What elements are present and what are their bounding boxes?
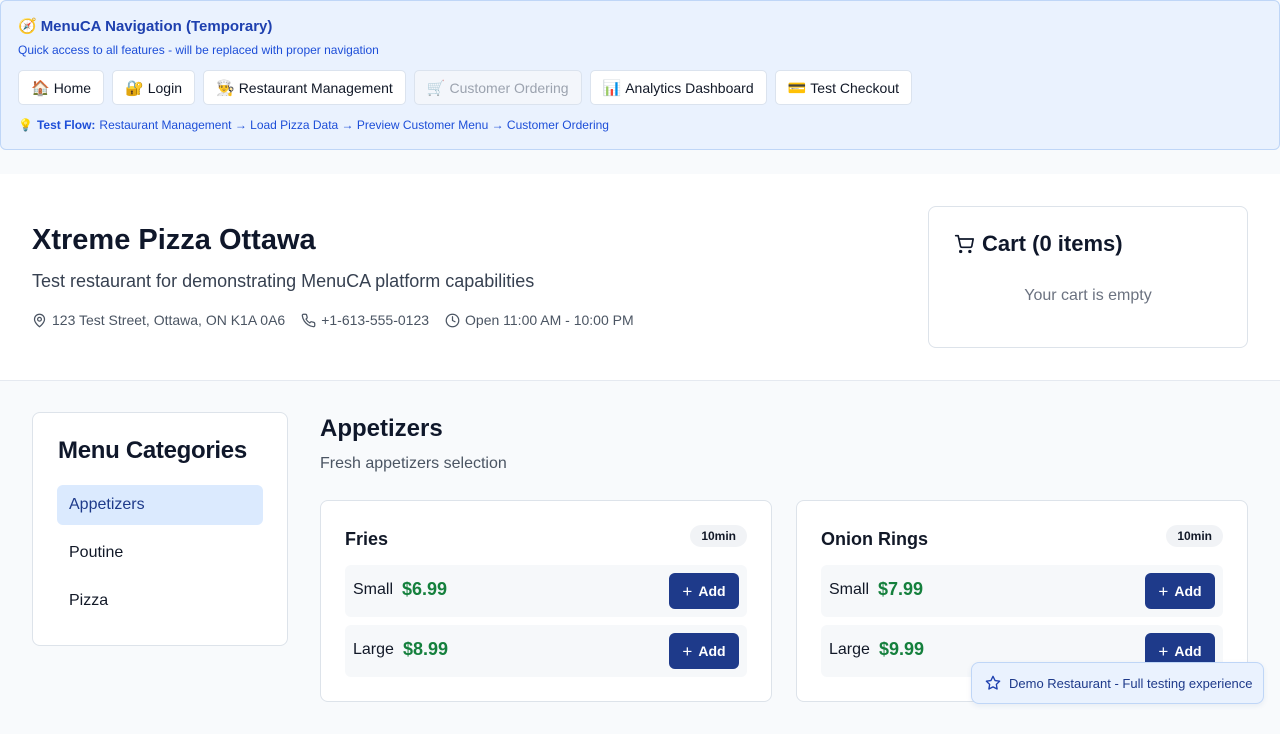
prep-time-badge: 10min	[1166, 525, 1223, 547]
phone: +1-613-555-0123	[301, 312, 429, 328]
tempnav-buttons: 🏠 Home 🔐 Login 👨‍🍳 Restaurant Management…	[18, 70, 913, 105]
star-icon	[985, 675, 1001, 690]
size-option-row: Small $6.99 + Add	[345, 565, 747, 617]
test-flow-steps: Restaurant Management → Load Pizza Data …	[99, 118, 609, 132]
restaurant-management-button[interactable]: 👨‍🍳 Restaurant Management	[203, 70, 406, 105]
temporary-navigation: 🧭 MenuCA Navigation (Temporary) Quick ac…	[0, 0, 1280, 150]
lightbulb-icon: 💡	[18, 118, 33, 132]
cart-title-text: Cart (0 items)	[982, 231, 1123, 256]
cart-panel: Cart (0 items) Your cart is empty	[928, 206, 1248, 348]
plus-icon: +	[682, 581, 693, 601]
credit-card-icon: 💳	[787, 79, 807, 97]
size-label: Small	[353, 581, 394, 598]
size-price: $9.99	[879, 639, 925, 659]
demo-restaurant-badge: Demo Restaurant - Full testing experienc…	[971, 662, 1264, 704]
add-button-label: Add	[698, 643, 726, 659]
category-poutine[interactable]: Poutine	[57, 533, 263, 573]
analytics-dashboard-button[interactable]: 📊 Analytics Dashboard	[589, 70, 767, 105]
add-to-cart-button[interactable]: + Add	[1145, 573, 1215, 609]
plus-icon: +	[1158, 581, 1169, 601]
restaurant-meta: 123 Test Street, Ottawa, ON K1A 0A6 +1-6…	[32, 312, 634, 328]
plus-icon: +	[682, 641, 693, 661]
menu-item-name: Onion Rings	[821, 529, 928, 549]
size-label: Large	[829, 641, 870, 658]
demo-badge-text: Demo Restaurant - Full testing experienc…	[1009, 675, 1253, 691]
restaurant-name: Xtreme Pizza Ottawa	[32, 224, 316, 256]
add-to-cart-button[interactable]: + Add	[669, 573, 739, 609]
size-option-row: Small $7.99 + Add	[821, 565, 1223, 617]
size-price: $6.99	[402, 579, 448, 599]
phone-icon	[301, 313, 316, 327]
size-option-row: Large $8.99 + Add	[345, 625, 747, 677]
customer-ordering-button[interactable]: 🛒 Customer Ordering	[413, 70, 582, 105]
bar-chart-icon: 📊	[602, 79, 622, 97]
address-text: 123 Test Street, Ottawa, ON K1A 0A6	[52, 312, 286, 328]
cart-empty-message: Your cart is empty	[1024, 287, 1152, 304]
size-price: $8.99	[403, 639, 449, 659]
hours-text: Open 11:00 AM - 10:00 PM	[465, 312, 634, 328]
customer-ordering-button-label: Customer Ordering	[449, 79, 569, 96]
home-button-label: Home	[53, 79, 92, 96]
menu-item-card: Fries 10min Small $6.99 + Add Large $8.9…	[320, 500, 772, 702]
login-button[interactable]: 🔐 Login	[112, 70, 195, 105]
menu-item-name: Fries	[345, 529, 389, 549]
analytics-dashboard-button-label: Analytics Dashboard	[625, 79, 754, 96]
login-button-label: Login	[147, 79, 182, 96]
test-checkout-button-label: Test Checkout	[810, 79, 900, 96]
add-to-cart-button[interactable]: + Add	[669, 633, 739, 669]
home-button[interactable]: 🏠 Home	[18, 70, 105, 105]
menu-categories-title: Menu Categories	[58, 437, 247, 464]
tempnav-title: 🧭 MenuCA Navigation (Temporary)	[18, 17, 273, 36]
compass-icon: 🧭	[18, 18, 37, 35]
test-checkout-button[interactable]: 💳 Test Checkout	[774, 70, 913, 105]
add-button-label: Add	[1174, 643, 1202, 659]
restaurant-description: Test restaurant for demonstrating MenuCA…	[32, 271, 535, 291]
restaurant-management-button-label: Restaurant Management	[238, 79, 393, 96]
address: 123 Test Street, Ottawa, ON K1A 0A6	[32, 312, 285, 328]
shopping-cart-icon: 🛒	[426, 79, 446, 97]
category-appetizers[interactable]: Appetizers	[57, 485, 263, 525]
size-price: $7.99	[878, 579, 924, 599]
tempnav-title-text: MenuCA Navigation (Temporary)	[40, 17, 273, 35]
chef-icon: 👨‍🍳	[216, 79, 235, 97]
section-title: Appetizers	[320, 415, 443, 442]
cart-title: Cart (0 items)	[954, 231, 1123, 257]
size-label: Small	[829, 581, 870, 598]
size-label: Large	[353, 641, 394, 658]
shopping-cart-icon	[954, 234, 974, 254]
add-button-label: Add	[698, 583, 726, 599]
phone-text: +1-613-555-0123	[321, 312, 430, 328]
prep-time-badge: 10min	[690, 525, 747, 547]
add-button-label: Add	[1174, 583, 1202, 599]
map-pin-icon	[33, 313, 46, 327]
house-icon: 🏠	[31, 79, 50, 97]
category-list: Appetizers Poutine Pizza	[57, 485, 263, 629]
menu-categories-panel: Menu Categories Appetizers Poutine Pizza	[32, 412, 288, 646]
category-pizza[interactable]: Pizza	[57, 581, 263, 621]
section-description: Fresh appetizers selection	[320, 455, 507, 472]
restaurant-header: Xtreme Pizza Ottawa Test restaurant for …	[0, 174, 1280, 381]
test-flow-label: Test Flow:	[36, 118, 96, 132]
plus-icon: +	[1158, 641, 1169, 661]
hours: Open 11:00 AM - 10:00 PM	[445, 312, 634, 328]
tempnav-subtitle: Quick access to all features - will be r…	[18, 43, 379, 57]
test-flow: 💡 Test Flow: Restaurant Management → Loa…	[18, 118, 609, 132]
clock-icon	[445, 313, 460, 327]
lock-icon: 🔐	[125, 79, 144, 97]
